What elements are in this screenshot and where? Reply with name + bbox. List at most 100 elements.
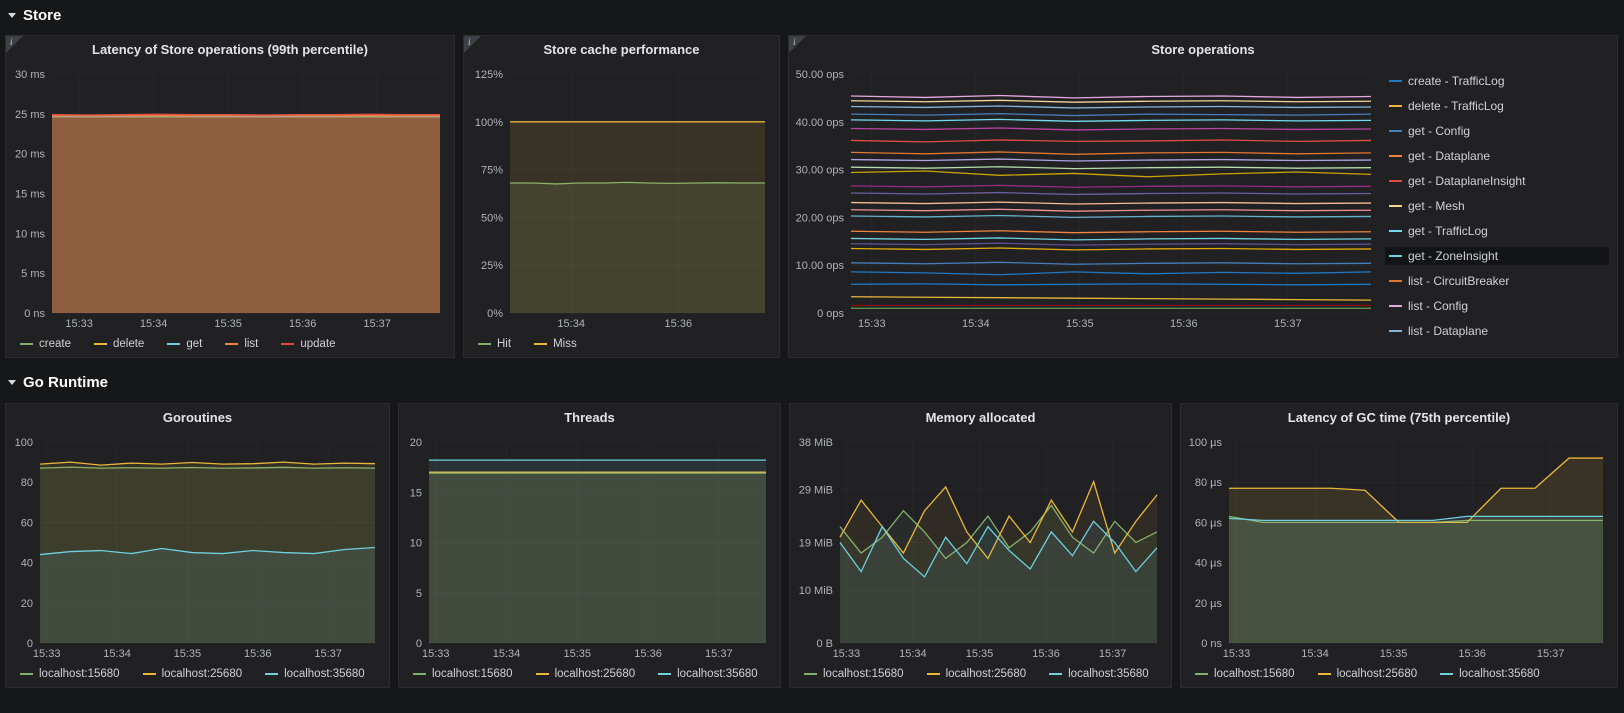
svg-text:15:36: 15:36 <box>634 648 662 660</box>
panel-threads: Threads 15:33 15:34 15:35 15:36 15:37 0 5 10 15 2… <box>398 403 781 688</box>
series-color-dash <box>926 673 940 675</box>
svg-text:15:33: 15:33 <box>65 318 93 330</box>
store-operations-legend: create - TrafficLog delete - TrafficLog ge… <box>1385 72 1609 345</box>
panel-title[interactable]: Memory allocated <box>790 404 1171 432</box>
svg-text:15:35: 15:35 <box>174 648 202 660</box>
svg-text:15:33: 15:33 <box>858 318 886 330</box>
goroutines-chart[interactable]: 15:33 15:34 15:35 15:36 15:37 0 20 40 60 80 100 <box>10 432 383 661</box>
svg-text:15:36: 15:36 <box>244 648 272 660</box>
legend-item[interactable]: list <box>221 335 262 353</box>
legend-item[interactable]: create - TrafficLog <box>1385 72 1609 90</box>
svg-text:15:34: 15:34 <box>557 318 585 330</box>
latency-store-operations-chart[interactable]: 15:33 15:34 15:35 15:36 15:37 0 ns 5 ms 10 ms 15… <box>10 64 448 331</box>
legend-item[interactable]: get - ZoneInsight <box>1385 247 1609 265</box>
store-operations-chart[interactable]: 15:33 15:34 15:35 15:36 15:37 0 ops 10.00 ops 2… <box>793 64 1379 331</box>
svg-text:100%: 100% <box>475 117 503 129</box>
svg-text:15:36: 15:36 <box>665 318 693 330</box>
legend-item[interactable]: localhost:15680 <box>1191 665 1299 683</box>
svg-text:10 ms: 10 ms <box>15 228 45 240</box>
legend-item[interactable]: get - Mesh <box>1385 197 1609 215</box>
svg-text:0: 0 <box>27 638 33 650</box>
svg-text:20: 20 <box>410 437 422 449</box>
svg-text:75%: 75% <box>481 165 503 177</box>
memory-allocated-chart[interactable]: 15:33 15:34 15:35 15:36 15:37 0 B 10 MiB 19 MiB… <box>794 432 1165 661</box>
panel-memory-allocated: Memory allocated 15:33 15:34 15:35 15:36 15:… <box>789 403 1172 688</box>
legend-item[interactable]: localhost:25680 <box>923 665 1031 683</box>
svg-text:30.00 ops: 30.00 ops <box>796 165 845 177</box>
legend-item-label: localhost:15680 <box>1214 668 1295 680</box>
panel-title[interactable]: Store cache performance <box>464 36 779 64</box>
svg-text:15:37: 15:37 <box>1099 648 1127 660</box>
row-header-store[interactable]: Store <box>8 5 61 25</box>
store-cache-performance-legend: Hit Miss <box>474 334 773 354</box>
svg-text:5: 5 <box>416 588 422 600</box>
legend-item[interactable]: list - Config <box>1385 297 1609 315</box>
svg-text:15:37: 15:37 <box>363 318 391 330</box>
legend-item[interactable]: delete - TrafficLog <box>1385 97 1609 115</box>
svg-text:15: 15 <box>410 487 422 499</box>
series-color-dash <box>1389 105 1402 107</box>
legend-item-label: list - Config <box>1408 299 1469 313</box>
store-cache-performance-chart[interactable]: 15:34 15:36 0% 25% 50% 75% 100% 125% <box>468 64 773 331</box>
threads-chart[interactable]: 15:33 15:34 15:35 15:36 15:37 0 5 10 15 20 <box>403 432 774 661</box>
series-color-dash <box>1389 280 1402 282</box>
svg-text:0 ops: 0 ops <box>817 308 844 320</box>
series-color-dash <box>1389 155 1402 157</box>
svg-text:15:34: 15:34 <box>1301 648 1329 660</box>
series-color-dash <box>658 673 672 675</box>
legend-item-label: get - Config <box>1408 124 1471 138</box>
legend-item[interactable]: localhost:25680 <box>532 665 640 683</box>
legend-item-label: localhost:25680 <box>554 668 636 680</box>
legend-item-label: localhost:15680 <box>823 668 904 680</box>
series-color-dash <box>1389 330 1402 332</box>
legend-item[interactable]: localhost:15680 <box>409 665 517 683</box>
legend-item[interactable]: Hit <box>474 335 515 353</box>
legend-item-label: localhost:35680 <box>1068 668 1149 680</box>
series-color-dash <box>1389 305 1402 307</box>
legend-item[interactable]: get - Dataplane <box>1385 147 1609 165</box>
legend-item[interactable]: localhost:35680 <box>1045 665 1153 683</box>
legend-item-label: list - CircuitBreaker <box>1408 274 1510 288</box>
legend-item[interactable]: localhost:15680 <box>800 665 908 683</box>
legend-item[interactable]: localhost:35680 <box>261 665 369 683</box>
svg-text:15:34: 15:34 <box>103 648 131 660</box>
legend-item[interactable]: localhost:25680 <box>139 665 247 683</box>
panel-title[interactable]: Store operations <box>789 36 1617 64</box>
legend-item[interactable]: delete <box>90 335 148 353</box>
panel-title[interactable]: Threads <box>399 404 780 432</box>
legend-item[interactable]: Miss <box>530 335 581 353</box>
legend-item[interactable]: localhost:25680 <box>1314 665 1422 683</box>
legend-item[interactable]: get <box>163 335 206 353</box>
legend-item[interactable]: update <box>277 335 339 353</box>
svg-text:50%: 50% <box>481 212 503 224</box>
legend-item[interactable]: get - Config <box>1385 122 1609 140</box>
legend-item[interactable]: get - TrafficLog <box>1385 222 1609 240</box>
legend-item[interactable]: localhost:15680 <box>16 665 124 683</box>
legend-item[interactable]: localhost:35680 <box>654 665 762 683</box>
legend-item[interactable]: create <box>16 335 75 353</box>
svg-text:20 µs: 20 µs <box>1195 598 1223 610</box>
legend-item[interactable]: get - DataplaneInsight <box>1385 172 1609 190</box>
svg-text:15:35: 15:35 <box>1380 648 1408 660</box>
gc-latency-chart[interactable]: 15:33 15:34 15:35 15:36 15:37 0 ns 20 µs 40 µs 6… <box>1185 432 1611 661</box>
legend-item-label: list - Dataplane <box>1408 324 1489 338</box>
row-title: Go Runtime <box>23 373 108 391</box>
series-color-dash <box>534 343 548 345</box>
legend-item[interactable]: list - Dataplane <box>1385 322 1609 340</box>
panel-title[interactable]: Goroutines <box>6 404 389 432</box>
series-color-dash <box>1389 80 1402 82</box>
panel-title[interactable]: Latency of GC time (75th percentile) <box>1181 404 1617 432</box>
svg-text:10.00 ops: 10.00 ops <box>796 260 845 272</box>
svg-text:80 µs: 80 µs <box>1195 477 1223 489</box>
legend-item-label: localhost:25680 <box>1336 668 1418 680</box>
svg-text:15:35: 15:35 <box>214 318 242 330</box>
svg-text:60: 60 <box>21 517 33 529</box>
legend-item[interactable]: localhost:35680 <box>1436 665 1544 683</box>
chevron-down-icon <box>8 12 16 18</box>
panel-title[interactable]: Latency of Store operations (99th percen… <box>6 36 454 64</box>
row-header-go-runtime[interactable]: Go Runtime <box>8 372 108 392</box>
svg-text:15:33: 15:33 <box>422 648 450 660</box>
legend-item[interactable]: list - CircuitBreaker <box>1385 272 1609 290</box>
svg-text:80: 80 <box>21 477 33 489</box>
svg-text:15:33: 15:33 <box>1223 648 1251 660</box>
